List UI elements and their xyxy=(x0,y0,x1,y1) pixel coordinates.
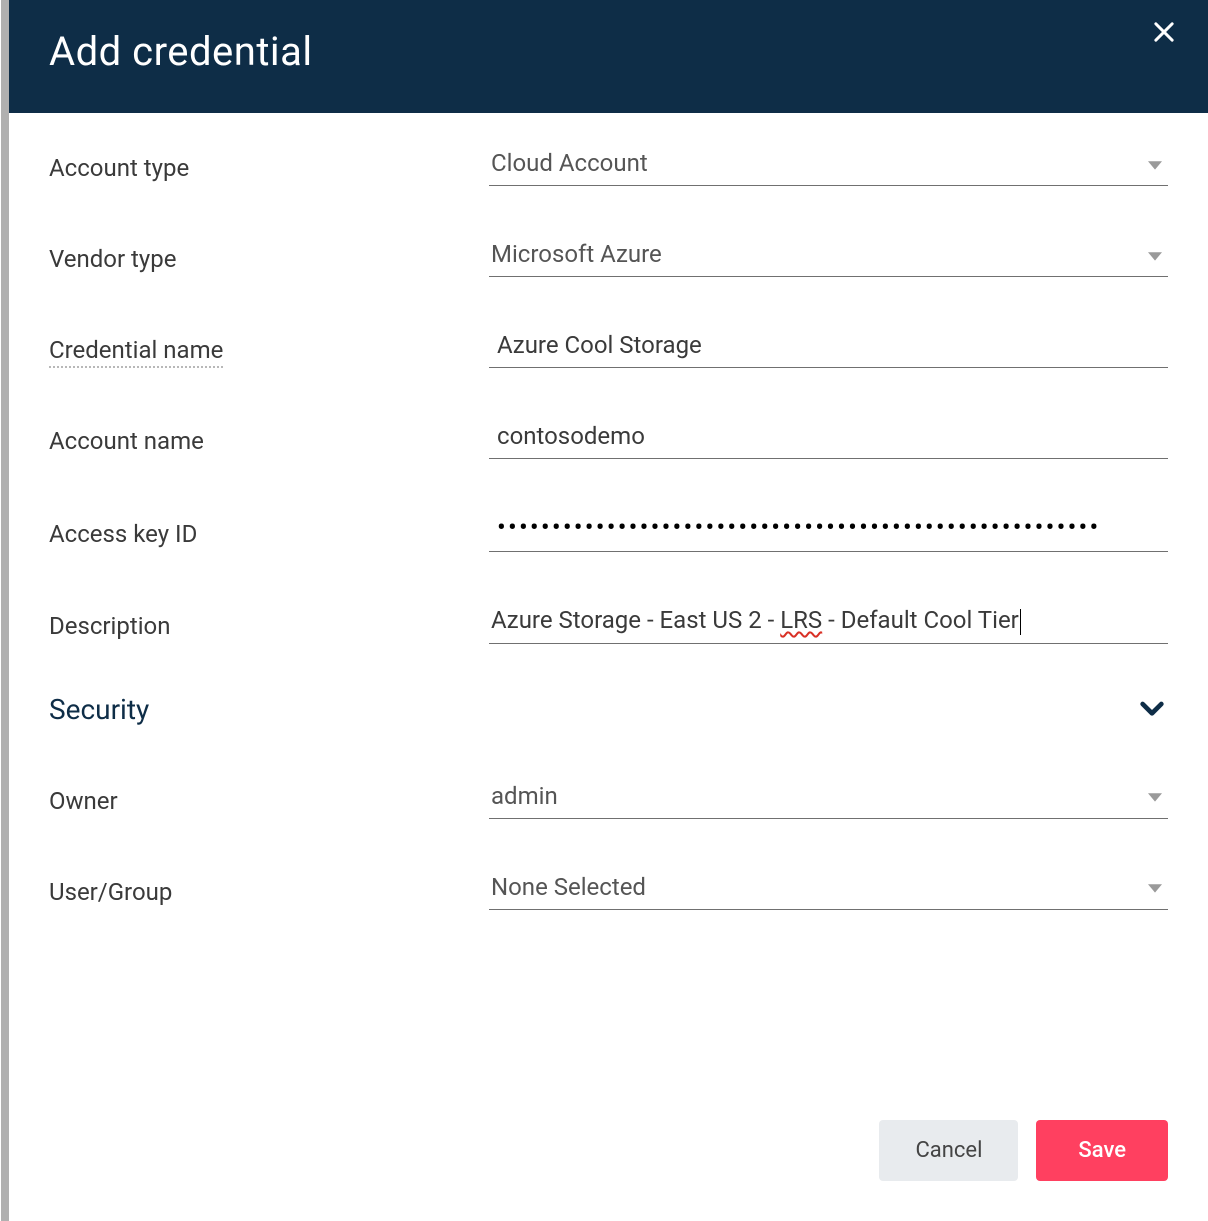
row-vendor-type: Vendor type Microsoft Azure xyxy=(49,234,1168,277)
access-key-input[interactable]: ••••••••••••••••••••••••••••••••••••••••… xyxy=(489,507,1168,552)
save-button[interactable]: Save xyxy=(1036,1120,1168,1181)
label-credential-name: Credential name xyxy=(49,336,223,368)
owner-value: admin xyxy=(489,776,1168,819)
label-account-type: Account type xyxy=(49,154,489,186)
description-text-prefix: Azure Storage - East US 2 - xyxy=(491,606,780,634)
account-type-select[interactable]: Cloud Account xyxy=(489,143,1168,186)
cancel-button[interactable]: Cancel xyxy=(879,1120,1018,1181)
description-text-spell: LRS xyxy=(780,606,822,634)
modal-footer: Cancel Save xyxy=(9,1120,1208,1221)
text-cursor xyxy=(1020,609,1021,635)
row-account-type: Account type Cloud Account xyxy=(49,143,1168,186)
close-icon xyxy=(1150,31,1178,50)
row-owner: Owner admin xyxy=(49,776,1168,819)
vendor-type-select[interactable]: Microsoft Azure xyxy=(489,234,1168,277)
label-account-name: Account name xyxy=(49,427,489,459)
account-name-input[interactable] xyxy=(489,416,1168,459)
label-owner: Owner xyxy=(49,787,489,819)
credential-name-input[interactable] xyxy=(489,325,1168,368)
row-access-key: Access key ID ••••••••••••••••••••••••••… xyxy=(49,507,1168,552)
description-input[interactable]: Azure Storage - East US 2 - LRS - Defaul… xyxy=(489,600,1168,644)
row-user-group: User/Group None Selected xyxy=(49,867,1168,910)
close-button[interactable] xyxy=(1150,18,1178,50)
security-section-title: Security xyxy=(49,693,149,726)
vendor-type-value: Microsoft Azure xyxy=(489,234,1168,277)
security-section-toggle[interactable]: Security xyxy=(49,692,1168,728)
modal-content: Account type Cloud Account Vendor type M… xyxy=(9,113,1208,1120)
row-description: Description Azure Storage - East US 2 - … xyxy=(49,600,1168,644)
add-credential-modal: Add credential Account type Cloud Accoun… xyxy=(8,0,1208,1221)
label-description: Description xyxy=(49,612,489,644)
modal-header: Add credential xyxy=(9,0,1208,113)
row-account-name: Account name xyxy=(49,416,1168,459)
description-text-suffix: - Default Cool Tier xyxy=(822,606,1019,634)
modal-title: Add credential xyxy=(49,28,313,75)
label-vendor-type: Vendor type xyxy=(49,245,489,277)
row-credential-name: Credential name xyxy=(49,325,1168,368)
user-group-value: None Selected xyxy=(489,867,1168,910)
account-type-value: Cloud Account xyxy=(489,143,1168,186)
chevron-down-icon xyxy=(1136,692,1168,728)
label-access-key: Access key ID xyxy=(49,520,489,552)
owner-select[interactable]: admin xyxy=(489,776,1168,819)
label-user-group: User/Group xyxy=(49,878,489,910)
user-group-select[interactable]: None Selected xyxy=(489,867,1168,910)
